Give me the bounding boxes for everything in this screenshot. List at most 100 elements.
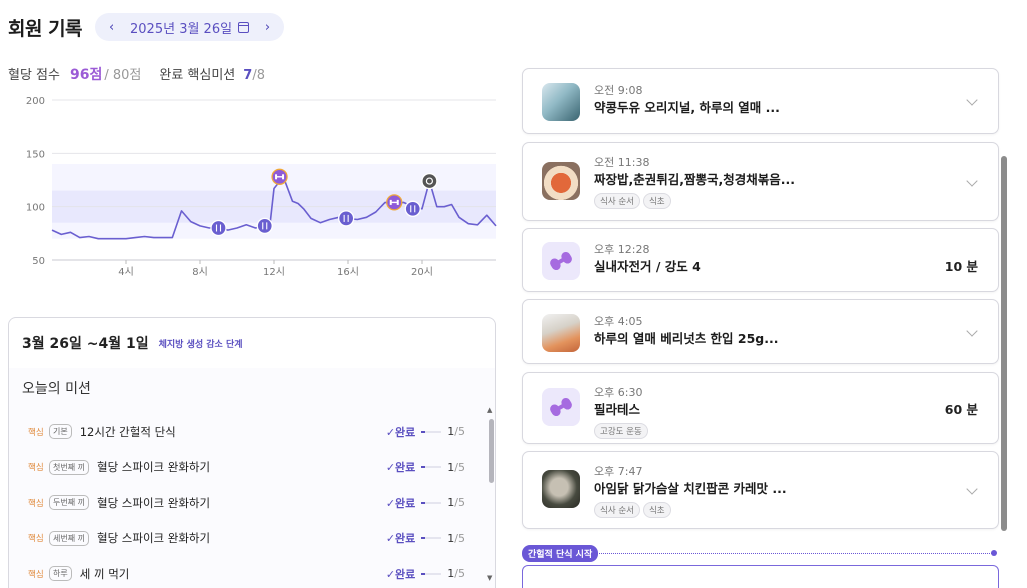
y-tick-label: 200 (26, 96, 45, 107)
core-badge: 핵심 (28, 427, 44, 438)
record-tags: 식사 순서 식초 (594, 193, 671, 209)
chevron-down-icon[interactable] (966, 174, 978, 187)
record-title: 하루의 열매 베리넛츠 한입 25g... (594, 330, 779, 346)
record-title: 아임닭 닭가슴살 치킨팝콘 카레맛 ... (594, 481, 787, 496)
meal-record-card[interactable]: 오전 11:38 짜장밥,춘권튀김,짬뽕국,청경채볶음... 식사 순서 식초 (522, 142, 999, 221)
mission-panel: 3월 26일 ~4월 1일 체지방 생성 감소 단계 오늘의 미션 핵심 기본 12… (8, 317, 496, 588)
mission-row[interactable]: 핵심 첫번째 끼 혈당 스파이크 완화하기 ✓완료 1/5 (9, 450, 487, 486)
mission-tag: 하루 (49, 566, 72, 582)
record-time: 오후 6:30 (594, 386, 643, 399)
missions-title: 오늘의 미션 (22, 381, 91, 397)
record-time: 오전 11:38 (594, 156, 650, 169)
program-phase: 체지방 생성 감소 단계 (158, 339, 243, 350)
mission-count: 1/5 (447, 567, 465, 581)
header: 회원 기록 ‹ 2025년 3월 26일 › (8, 12, 285, 42)
exercise-record-card[interactable]: 오후 6:30 필라테스고강도 운동 60 분 (522, 372, 999, 444)
meal-icon (210, 219, 227, 237)
mission-scroll-thumb[interactable] (489, 419, 494, 483)
mission-row[interactable]: 핵심 두번째 끼 혈당 스파이크 완화하기 ✓완료 1/5 (9, 485, 487, 521)
date-label: 2025년 3월 26일 (130, 21, 233, 37)
scroll-down-icon[interactable]: ▼ (487, 574, 492, 582)
mission-status: ✓완료 (385, 496, 416, 510)
dumbbell-glyph (396, 199, 399, 205)
exercise-duration: 60 분 (944, 402, 978, 417)
next-date-button[interactable]: › (265, 20, 270, 35)
mission-status: ✓완료 (385, 567, 416, 581)
calendar-icon (238, 21, 250, 33)
chevron-down-icon[interactable] (966, 94, 978, 106)
dumbbell-glyph (282, 174, 285, 180)
exercise-duration: 10 분 (944, 259, 978, 274)
timeline-scroll-thumb[interactable] (1001, 156, 1007, 531)
meal-photo (542, 313, 580, 352)
record-tag: 식초 (642, 502, 671, 518)
mission-progress-bar (421, 430, 442, 433)
record-tag: 식사 순서 (594, 193, 640, 209)
mission-tag: 첫번째 끼 (49, 459, 89, 475)
core-badge: 핵심 (28, 498, 44, 509)
scroll-up-icon[interactable]: ▲ (487, 406, 492, 414)
mission-title: 혈당 스파이크 완화하기 (96, 531, 211, 546)
record-title: 짜장밥,춘권튀김,짬뽕국,청경채볶음... (594, 172, 795, 187)
date-display[interactable]: 2025년 3월 26일 (130, 18, 250, 37)
y-tick-label: 100 (26, 203, 45, 214)
meal-record-card[interactable]: 오전 9:08 약콩두유 오리지널, 하루의 열매 ... (522, 68, 999, 134)
exercise-thumb (542, 388, 580, 426)
dumbbell-glyph (389, 199, 392, 205)
record-tags: 고강도 운동 (594, 423, 648, 439)
page-title: 회원 기록 (8, 17, 83, 40)
x-tick-label: 8시 (192, 266, 208, 278)
x-tick-label: 20시 (411, 266, 433, 278)
mission-row[interactable]: 핵심 하루 세 끼 먹기 ✓완료 1/5 (9, 556, 487, 588)
x-tick-label: 16시 (337, 266, 359, 278)
mission-row[interactable]: 핵심 세번째 끼 혈당 스파이크 완화하기 ✓완료 1/5 (9, 521, 487, 557)
dumbbell-glyph (275, 174, 278, 180)
record-title: 필라테스 (594, 402, 641, 417)
mission-title: 혈당 스파이크 완화하기 (96, 495, 211, 510)
mission-progress-bar (421, 466, 442, 469)
mission-count: 1/5 (447, 496, 465, 510)
exercise-record-card[interactable]: 오후 12:28 실내자전거 / 강도 4 10 분 (522, 228, 999, 292)
mission-status: ✓완료 (385, 425, 416, 439)
prev-date-button[interactable]: ‹ (109, 20, 114, 35)
glucose-score-value: 96점 (69, 67, 103, 83)
mission-tag: 두번째 끼 (49, 495, 89, 511)
mission-status: ✓완료 (385, 532, 416, 546)
score-summary: 혈당 점수 96점 / 80점 완료 핵심미션 7 /8 (8, 64, 265, 84)
glucose-chart: 200 150 100 50 4시 8시 12시 16시 20시 (26, 96, 497, 278)
dumbbell-icon (548, 395, 574, 418)
record-title: 실내자전거 / 강도 4 (594, 259, 701, 274)
mission-progress-bar (421, 572, 442, 575)
mission-tag: 기본 (49, 424, 72, 440)
mission-scrollbar[interactable]: ▲ ▼ (487, 366, 495, 588)
x-tick-label: 12시 (263, 266, 285, 278)
mission-progress-bar (421, 501, 442, 504)
mission-progress-bar (421, 537, 442, 540)
chevron-down-icon[interactable] (966, 324, 978, 337)
mission-title: 12시간 간헐적 단식 (79, 424, 176, 439)
meal-photo (542, 470, 580, 508)
glucose-score-total: / 80점 (104, 68, 142, 83)
record-title: 약콩두유 오리지널, 하루의 열매 ... (594, 100, 780, 115)
record-time: 오전 9:08 (594, 84, 643, 97)
meal-record-card[interactable]: 오후 7:47 아임닭 닭가슴살 치킨팝콘 카레맛 ... 식사 순서 식초 (522, 451, 999, 529)
program-range: 3월 26일 ~4월 1일 (22, 336, 149, 352)
core-badge: 핵심 (28, 463, 44, 474)
record-tags: 식사 순서 식초 (594, 502, 671, 518)
meal-photo (542, 161, 580, 200)
mission-count: 1/5 (447, 460, 465, 474)
fasting-card[interactable] (522, 565, 999, 588)
mission-count: 1/5 (447, 425, 465, 439)
meal-record-card[interactable]: 오후 4:05 하루의 열매 베리넛츠 한입 25g... (522, 299, 999, 364)
fasting-dotted-line (596, 553, 994, 554)
chevron-down-icon[interactable] (966, 483, 978, 495)
mission-row[interactable]: 핵심 기본 12시간 간헐적 단식 ✓완료 1/5 (9, 414, 487, 450)
record-time: 오후 4:05 (594, 314, 643, 328)
core-mission-total: /8 (252, 68, 265, 83)
exercise-thumb (542, 242, 580, 280)
mission-tag: 세번째 끼 (49, 530, 89, 546)
panel-header: 3월 26일 ~4월 1일 체지방 생성 감소 단계 (9, 318, 495, 368)
mission-status: ✓완료 (385, 461, 416, 475)
record-time: 오후 12:28 (594, 243, 650, 256)
y-tick-label: 50 (32, 256, 45, 267)
